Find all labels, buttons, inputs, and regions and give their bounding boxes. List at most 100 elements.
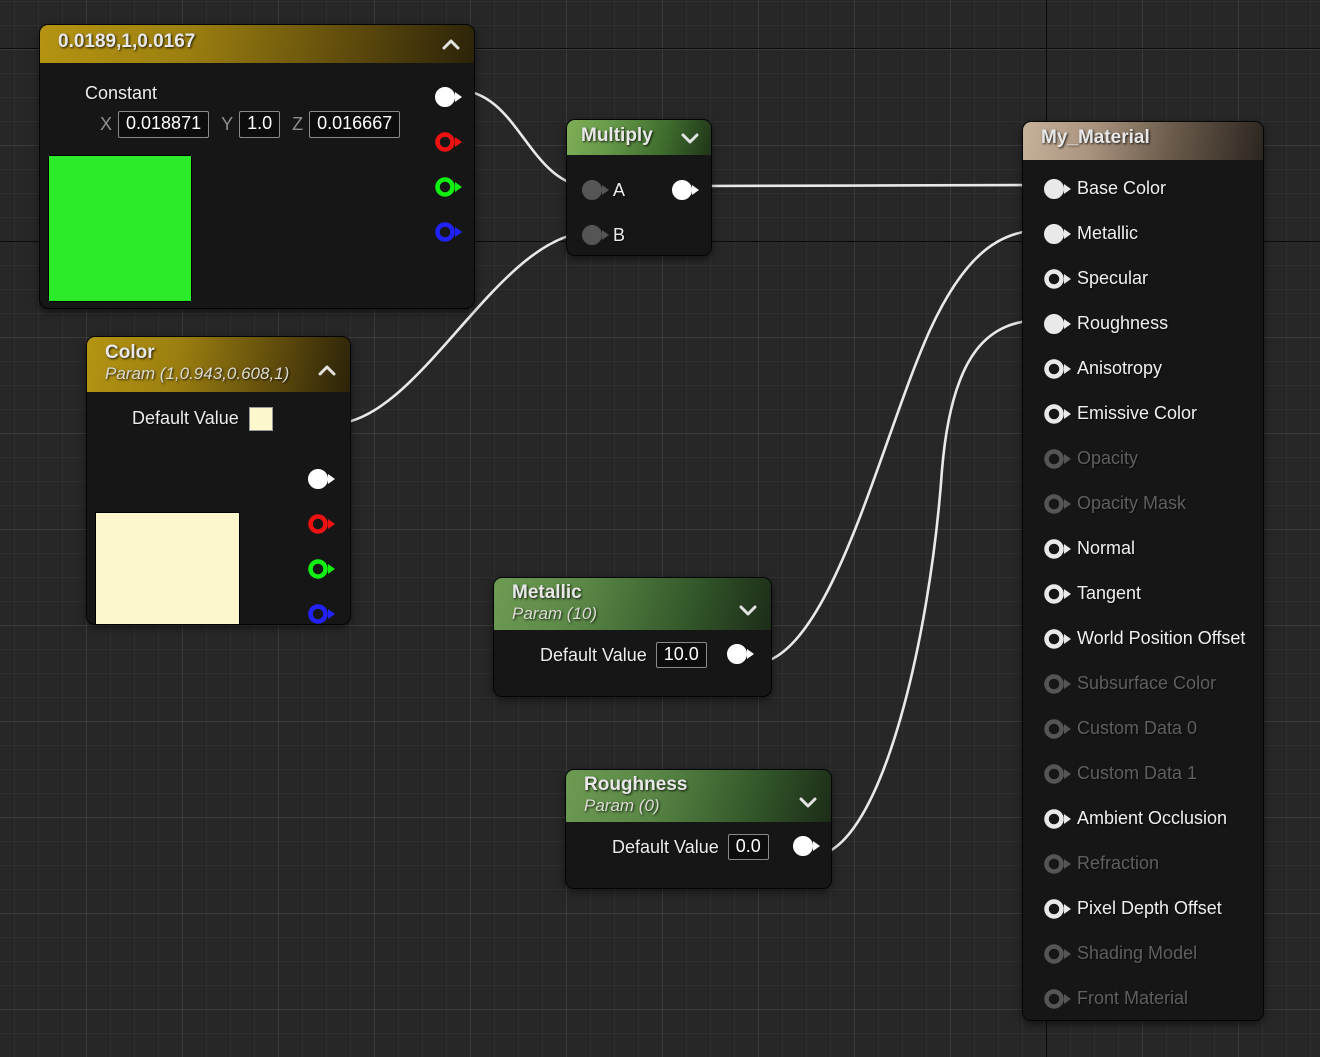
- material-input-row[interactable]: Roughness: [1023, 301, 1263, 346]
- material-input-pin[interactable]: [1043, 583, 1065, 605]
- constant-node-title: 0.0189,1,0.0167: [58, 31, 440, 52]
- output-pin-value[interactable]: [792, 835, 814, 857]
- material-input-pin[interactable]: [1043, 358, 1065, 380]
- y-axis-label: Y: [221, 114, 233, 135]
- material-input-label: Ambient Occlusion: [1077, 808, 1227, 829]
- material-input-pin[interactable]: [1043, 178, 1065, 200]
- color-preview[interactable]: [95, 512, 240, 624]
- output-pin-rgb[interactable]: [434, 86, 456, 108]
- material-input-pin[interactable]: [1043, 493, 1065, 515]
- material-input-row[interactable]: Base Color: [1023, 166, 1263, 211]
- material-input-label: Metallic: [1077, 223, 1138, 244]
- material-input-pin[interactable]: [1043, 403, 1065, 425]
- material-input-pin[interactable]: [1043, 268, 1065, 290]
- chevron-up-icon[interactable]: [316, 360, 338, 382]
- constant-node-header[interactable]: 0.0189,1,0.0167: [40, 25, 474, 63]
- material-input-row[interactable]: Metallic: [1023, 211, 1263, 256]
- output-pin-r[interactable]: [434, 131, 456, 153]
- roughness-node-title: Roughness: [584, 774, 797, 795]
- material-input-pin[interactable]: [1043, 448, 1065, 470]
- constant-node-body: Constant X 0.018871 Y 1.0 Z 0.016667: [40, 63, 474, 303]
- chevron-down-icon[interactable]: [737, 599, 759, 621]
- y-value-input[interactable]: 1.0: [239, 111, 280, 138]
- material-input-row[interactable]: Emissive Color: [1023, 391, 1263, 436]
- material-input-label: Opacity Mask: [1077, 493, 1186, 514]
- material-input-row[interactable]: Shading Model: [1023, 931, 1263, 976]
- multiply-node-header[interactable]: Multiply: [567, 120, 711, 155]
- output-pin-g[interactable]: [434, 176, 456, 198]
- material-input-pin[interactable]: [1043, 763, 1065, 785]
- roughness-node-header[interactable]: Roughness Param (0): [566, 770, 831, 822]
- default-value-label: Default Value: [540, 645, 647, 666]
- material-node-header[interactable]: My_Material: [1023, 122, 1263, 160]
- chevron-up-icon[interactable]: [440, 34, 462, 56]
- roughness-node-body: Default Value 0.0: [566, 822, 831, 878]
- material-input-row[interactable]: Custom Data 0: [1023, 706, 1263, 751]
- material-input-row[interactable]: Pixel Depth Offset: [1023, 886, 1263, 931]
- material-input-row[interactable]: Anisotropy: [1023, 346, 1263, 391]
- material-input-row[interactable]: Tangent: [1023, 571, 1263, 616]
- material-input-list: Base Color Metallic Specular RoughnessAniso…: [1023, 160, 1263, 1020]
- material-input-label: Base Color: [1077, 178, 1166, 199]
- metallic-param-node[interactable]: Metallic Param (10) Default Value 10.0: [494, 578, 771, 696]
- metallic-default-value-input[interactable]: 10.0: [656, 642, 707, 669]
- constant-xyz-row: X 0.018871 Y 1.0 Z 0.016667: [100, 111, 400, 138]
- constant-node[interactable]: 0.0189,1,0.0167 Constant X 0.018871 Y 1.…: [40, 25, 474, 308]
- material-input-row[interactable]: Specular: [1023, 256, 1263, 301]
- metallic-node-header[interactable]: Metallic Param (10): [494, 578, 771, 630]
- material-input-pin[interactable]: [1043, 628, 1065, 650]
- output-pin-value[interactable]: [726, 643, 748, 665]
- output-pin-result[interactable]: [671, 179, 693, 201]
- roughness-param-node[interactable]: Roughness Param (0) Default Value 0.0: [566, 770, 831, 888]
- material-input-row[interactable]: Subsurface Color: [1023, 661, 1263, 706]
- output-pin-g[interactable]: [307, 558, 329, 580]
- output-pin-rgba[interactable]: [307, 468, 329, 490]
- metallic-node-subtitle: Param (10): [512, 604, 737, 624]
- material-input-pin[interactable]: [1043, 943, 1065, 965]
- multiply-node-title: Multiply: [581, 125, 679, 146]
- output-pin-b[interactable]: [307, 603, 329, 624]
- x-value-input[interactable]: 0.018871: [118, 111, 209, 138]
- multiply-node[interactable]: Multiply A B: [567, 120, 711, 255]
- color-param-node[interactable]: Color Param (1,0.943,0.608,1) Default Va…: [87, 337, 350, 624]
- material-input-label: Specular: [1077, 268, 1148, 289]
- material-input-row[interactable]: Normal: [1023, 526, 1263, 571]
- material-input-pin[interactable]: [1043, 718, 1065, 740]
- chevron-down-icon[interactable]: [679, 127, 701, 149]
- material-input-pin[interactable]: [1043, 988, 1065, 1010]
- material-input-pin[interactable]: [1043, 808, 1065, 830]
- material-output-node[interactable]: My_Material Base Color Metallic Specular Ro…: [1023, 122, 1263, 1020]
- color-node-title: Color: [105, 342, 316, 363]
- material-input-label: Emissive Color: [1077, 403, 1197, 424]
- material-input-row[interactable]: Opacity Mask: [1023, 481, 1263, 526]
- material-input-label: Shading Model: [1077, 943, 1197, 964]
- x-axis-label: X: [100, 114, 112, 135]
- material-input-pin[interactable]: [1043, 223, 1065, 245]
- chevron-down-icon[interactable]: [797, 791, 819, 813]
- roughness-node-subtitle: Param (0): [584, 796, 797, 816]
- input-pin-b[interactable]: [581, 224, 603, 246]
- material-input-row[interactable]: World Position Offset: [1023, 616, 1263, 661]
- material-input-row[interactable]: Ambient Occlusion: [1023, 796, 1263, 841]
- material-node-title: My_Material: [1041, 127, 1251, 148]
- material-input-row[interactable]: Refraction: [1023, 841, 1263, 886]
- color-swatch-button[interactable]: [249, 407, 273, 431]
- material-input-label: Tangent: [1077, 583, 1141, 604]
- material-input-pin[interactable]: [1043, 538, 1065, 560]
- output-pin-r[interactable]: [307, 513, 329, 535]
- material-input-pin[interactable]: [1043, 313, 1065, 335]
- material-input-label: World Position Offset: [1077, 628, 1245, 649]
- material-input-pin[interactable]: [1043, 673, 1065, 695]
- constant-color-preview[interactable]: [48, 155, 192, 302]
- color-node-header[interactable]: Color Param (1,0.943,0.608,1): [87, 337, 350, 392]
- z-value-input[interactable]: 0.016667: [309, 111, 400, 138]
- output-pin-b[interactable]: [434, 221, 456, 243]
- material-input-row[interactable]: Custom Data 1: [1023, 751, 1263, 796]
- roughness-default-value-input[interactable]: 0.0: [728, 834, 769, 861]
- material-input-pin[interactable]: [1043, 853, 1065, 875]
- input-pin-a[interactable]: [581, 179, 603, 201]
- material-input-pin[interactable]: [1043, 898, 1065, 920]
- material-input-row[interactable]: Opacity: [1023, 436, 1263, 481]
- material-graph-canvas[interactable]: 0.0189,1,0.0167 Constant X 0.018871 Y 1.…: [0, 0, 1320, 1057]
- material-input-row[interactable]: Front Material: [1023, 976, 1263, 1020]
